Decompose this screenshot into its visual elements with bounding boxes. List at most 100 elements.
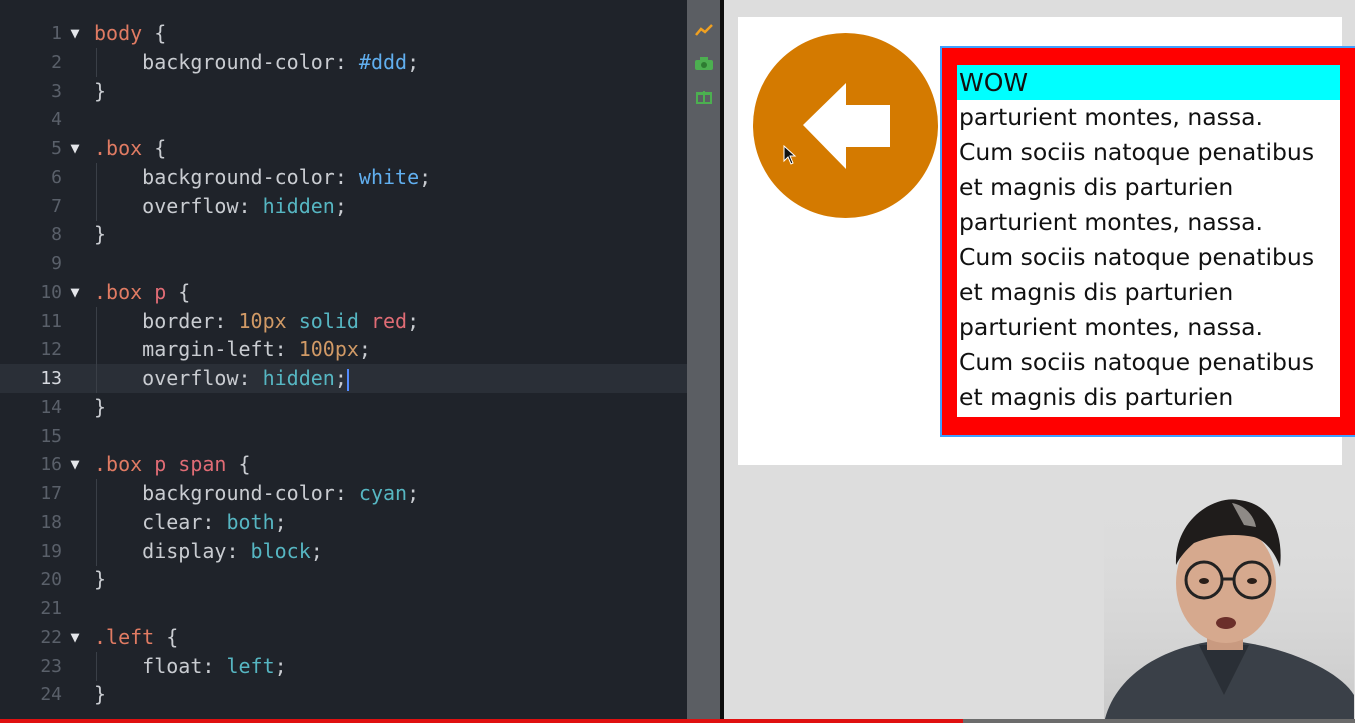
paragraph-line: parturient montes, nassa. bbox=[959, 313, 1263, 341]
fold-toggle-icon[interactable]: ▼ bbox=[66, 278, 84, 307]
code-text: .box p { bbox=[94, 279, 191, 304]
code-line[interactable]: 16 ▼ .box p span { bbox=[0, 450, 687, 479]
code-line[interactable]: 15 bbox=[0, 422, 687, 451]
line-number: 8 bbox=[51, 224, 62, 246]
code-text: clear: both; bbox=[94, 509, 287, 534]
editor-side-strip bbox=[687, 0, 720, 723]
code-line[interactable]: 4 bbox=[0, 105, 687, 134]
code-line[interactable]: 14} bbox=[0, 393, 687, 422]
code-line[interactable]: 24} bbox=[0, 680, 687, 709]
code-line[interactable]: 1 ▼ body { bbox=[0, 19, 687, 48]
code-line[interactable]: 8} bbox=[0, 220, 687, 249]
text-cursor bbox=[346, 368, 349, 391]
line-number: 5 bbox=[51, 138, 62, 159]
video-progress-remaining[interactable] bbox=[963, 719, 1355, 723]
line-number: 22 bbox=[40, 626, 62, 648]
bordered-paragraph: WOW parturient montes, nassa. Cum sociis … bbox=[940, 46, 1355, 437]
code-line[interactable]: 17 background-color: cyan; bbox=[0, 479, 687, 508]
paragraph-text: parturient montes, nassa. Cum sociis nato… bbox=[957, 100, 1340, 415]
video-progress-played[interactable] bbox=[0, 719, 964, 723]
chart-icon[interactable] bbox=[694, 22, 714, 38]
fold-toggle-icon[interactable]: ▼ bbox=[66, 19, 84, 48]
code-text: background-color: cyan; bbox=[94, 481, 420, 505]
line-number: 14 bbox=[40, 396, 62, 418]
line-number: 12 bbox=[40, 339, 62, 361]
paragraph-line: et magnis dis parturien bbox=[959, 278, 1234, 306]
line-number: 24 bbox=[40, 684, 62, 706]
code-line[interactable]: 11 border: 10px solid red; bbox=[0, 306, 687, 336]
line-number: 15 bbox=[40, 425, 62, 447]
line-number: 1 bbox=[51, 23, 62, 44]
code-editor[interactable]: 1 ▼ body {2 background-color: #ddd; 3} 4 5 ▼ .b… bbox=[0, 0, 687, 723]
code-line[interactable]: 6 background-color: white; bbox=[0, 162, 687, 192]
paragraph-line: Cum sociis natoque penatibus bbox=[959, 138, 1315, 166]
code-text: } bbox=[94, 682, 107, 707]
back-arrow-circle[interactable] bbox=[753, 33, 938, 218]
code-text: .box { bbox=[94, 136, 167, 160]
paragraph-content: WOW parturient montes, nassa. Cum sociis … bbox=[957, 65, 1340, 417]
paragraph-line: et magnis dis parturien bbox=[959, 173, 1234, 201]
code-line[interactable]: 13 overflow: hidden; bbox=[0, 364, 687, 393]
paragraph-line: Cum sociis natoque penatibus bbox=[959, 348, 1315, 376]
arrow-left-icon bbox=[803, 83, 890, 169]
line-number: 7 bbox=[51, 195, 62, 217]
line-number: 6 bbox=[51, 166, 62, 188]
line-number: 23 bbox=[40, 655, 62, 677]
code-line[interactable]: 3} bbox=[0, 77, 687, 106]
code-line[interactable]: 5 ▼ .box { bbox=[0, 134, 687, 163]
box-container: WOW parturient montes, nassa. Cum sociis … bbox=[738, 17, 1355, 465]
code-text: } bbox=[94, 78, 107, 103]
code-line[interactable]: 22 ▼ .left { bbox=[0, 623, 687, 652]
code-line[interactable]: 20} bbox=[0, 565, 687, 594]
code-line[interactable]: 12 margin-left: 100px; bbox=[0, 335, 687, 365]
code-text: float: left; bbox=[94, 653, 287, 678]
line-number: 17 bbox=[40, 483, 62, 504]
paragraph-line: et magnis dis parturien bbox=[959, 383, 1234, 411]
code-line[interactable]: 23 float: left; bbox=[0, 651, 687, 681]
gift-icon[interactable] bbox=[694, 88, 714, 104]
line-number: 2 bbox=[51, 51, 62, 73]
code-line[interactable]: 7 overflow: hidden; bbox=[0, 191, 687, 221]
code-text: .left { bbox=[94, 624, 179, 649]
code-text: display: block; bbox=[94, 538, 323, 563]
fold-toggle-icon[interactable]: ▼ bbox=[66, 623, 84, 652]
code-text: } bbox=[94, 222, 107, 247]
code-line[interactable]: 19 display: block; bbox=[0, 536, 687, 566]
camera-icon[interactable] bbox=[694, 55, 714, 71]
code-text: body { bbox=[94, 21, 167, 45]
code-line[interactable]: 9 bbox=[0, 249, 687, 278]
line-number: 11 bbox=[40, 310, 62, 332]
code-text: } bbox=[94, 567, 107, 592]
line-number: 4 bbox=[51, 109, 62, 131]
fold-toggle-icon[interactable]: ▼ bbox=[66, 134, 84, 163]
line-number: 3 bbox=[51, 80, 62, 102]
cyan-span: WOW bbox=[957, 65, 1340, 100]
code-line[interactable]: 21 bbox=[0, 594, 687, 623]
paragraph-line: Cum sociis natoque penatibus bbox=[959, 243, 1315, 271]
mouse-pointer-icon bbox=[783, 145, 797, 165]
preview-pane: WOW parturient montes, nassa. Cum sociis … bbox=[724, 0, 1355, 723]
code-text: background-color: white; bbox=[94, 164, 432, 189]
fold-toggle-icon[interactable]: ▼ bbox=[66, 450, 84, 479]
code-text: background-color: #ddd; bbox=[94, 49, 420, 74]
code-line[interactable]: 18 clear: both; bbox=[0, 507, 687, 537]
line-number: 21 bbox=[40, 598, 62, 619]
code-text: overflow: hidden; bbox=[94, 366, 349, 391]
paragraph-line: parturient montes, nassa. bbox=[959, 208, 1263, 236]
line-number: 20 bbox=[40, 569, 62, 591]
paragraph-line: parturient montes, nassa. bbox=[959, 103, 1263, 131]
line-number: 16 bbox=[40, 454, 62, 476]
code-text: border: 10px solid red; bbox=[94, 308, 420, 333]
line-number: 18 bbox=[40, 511, 62, 533]
code-text: .box p span { bbox=[94, 452, 251, 477]
line-number: 13 bbox=[40, 368, 62, 389]
line-number: 9 bbox=[51, 253, 62, 274]
code-text: } bbox=[94, 394, 107, 419]
presenter-webcam bbox=[1104, 495, 1354, 723]
code-line[interactable]: 10 ▼ .box p { bbox=[0, 278, 687, 307]
code-text: overflow: hidden; bbox=[94, 193, 347, 218]
code-line[interactable]: 2 background-color: #ddd; bbox=[0, 47, 687, 77]
code-text: margin-left: 100px; bbox=[94, 337, 371, 362]
line-number: 10 bbox=[40, 281, 62, 303]
line-number: 19 bbox=[40, 540, 62, 562]
